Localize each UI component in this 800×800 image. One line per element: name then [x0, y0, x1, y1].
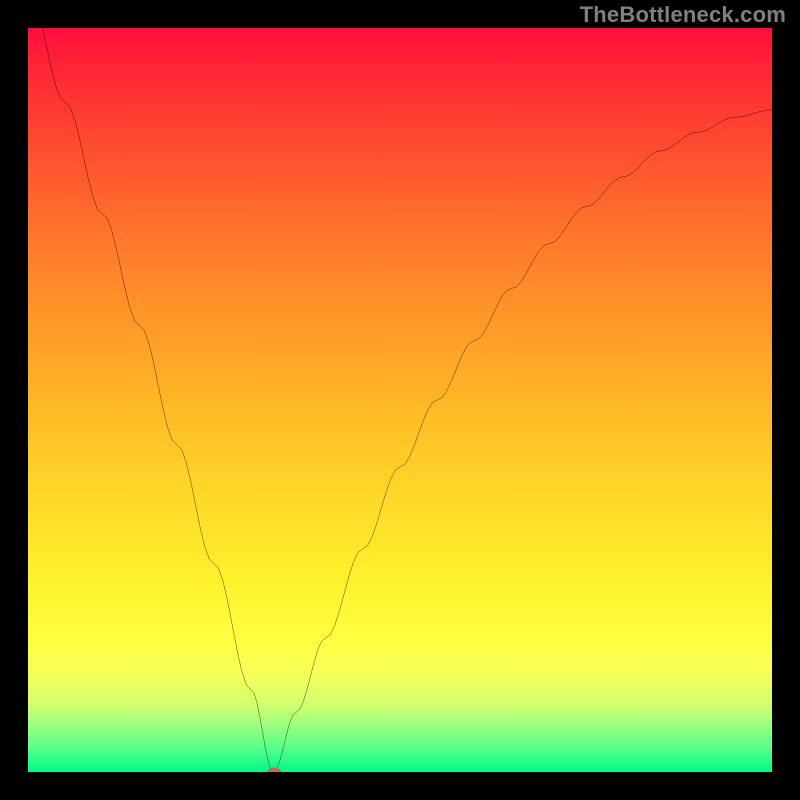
minimum-marker	[267, 768, 281, 773]
curve-path	[28, 28, 772, 772]
watermark-text: TheBottleneck.com	[580, 2, 786, 28]
chart-frame: TheBottleneck.com	[0, 0, 800, 800]
plot-area	[28, 28, 772, 772]
bottleneck-curve	[28, 28, 772, 772]
